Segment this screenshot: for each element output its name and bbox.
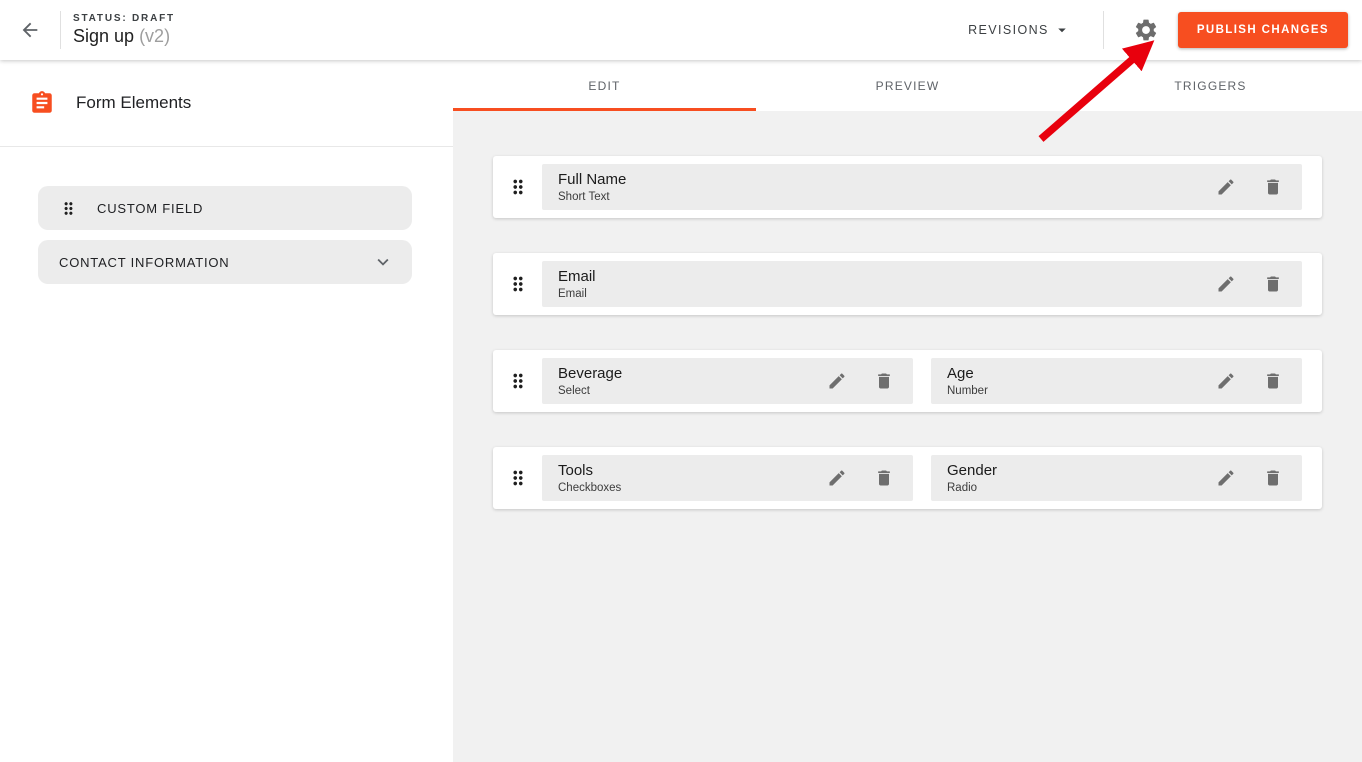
sidebar-item-label: CUSTOM FIELD: [97, 201, 203, 216]
drag-handle-icon: [59, 199, 78, 218]
tab-edit[interactable]: EDIT: [453, 60, 756, 111]
form-title-block: STATUS: DRAFT Sign up(v2): [73, 13, 175, 47]
pencil-icon: [1216, 468, 1236, 488]
pencil-icon: [1216, 274, 1236, 294]
arrow-back-icon: [19, 19, 41, 41]
trash-icon: [1263, 177, 1283, 197]
form-canvas: Full Name Short Text: [453, 111, 1362, 762]
clipboard-icon: [29, 90, 55, 116]
field-box-age: Age Number: [931, 358, 1302, 404]
edit-field-button[interactable]: [1209, 461, 1243, 495]
field-box-tools: Tools Checkboxes: [542, 455, 913, 501]
trash-icon: [874, 468, 894, 488]
field-name: Email: [558, 268, 1209, 287]
pencil-icon: [827, 468, 847, 488]
delete-field-button[interactable]: [1256, 267, 1290, 301]
trash-icon: [1263, 468, 1283, 488]
edit-field-button[interactable]: [1209, 364, 1243, 398]
pencil-icon: [1216, 177, 1236, 197]
page-title: Sign up(v2): [73, 26, 175, 47]
form-name: Sign up: [73, 26, 134, 46]
field-type: Radio: [947, 482, 1209, 494]
edit-field-button[interactable]: [820, 364, 854, 398]
top-bar: STATUS: DRAFT Sign up(v2) REVISIONS PUBL…: [0, 0, 1362, 60]
delete-field-button[interactable]: [867, 461, 901, 495]
main-panel: EDIT PREVIEW TRIGGERS Full Name Short Te…: [453, 60, 1362, 762]
field-name: Age: [947, 365, 1209, 384]
revisions-button[interactable]: REVISIONS: [962, 13, 1077, 47]
sidebar-item-contact-information[interactable]: CONTACT INFORMATION: [38, 240, 412, 284]
chevron-down-icon: [372, 251, 394, 273]
field-type: Checkboxes: [558, 482, 820, 494]
field-box-beverage: Beverage Select: [542, 358, 913, 404]
sidebar-header: Form Elements: [0, 60, 453, 147]
sidebar-item-label: CONTACT INFORMATION: [59, 255, 229, 270]
field-type: Number: [947, 385, 1209, 397]
sidebar-item-list: CUSTOM FIELD CONTACT INFORMATION: [0, 147, 453, 284]
field-row-beverage-age: Beverage Select Age Number: [493, 350, 1322, 412]
delete-field-button[interactable]: [867, 364, 901, 398]
sidebar-title: Form Elements: [76, 93, 191, 113]
header-divider: [1103, 11, 1104, 49]
header-actions: REVISIONS PUBLISH CHANGES: [962, 10, 1348, 50]
drag-handle-icon[interactable]: [493, 467, 542, 489]
field-name: Tools: [558, 462, 820, 481]
edit-field-button[interactable]: [1209, 267, 1243, 301]
drag-handle-icon[interactable]: [493, 273, 542, 295]
field-row-email: Email Email: [493, 253, 1322, 315]
field-box-gender: Gender Radio: [931, 455, 1302, 501]
field-name: Full Name: [558, 171, 1209, 190]
edit-field-button[interactable]: [820, 461, 854, 495]
delete-field-button[interactable]: [1256, 364, 1290, 398]
trash-icon: [874, 371, 894, 391]
gear-icon: [1133, 17, 1159, 43]
trash-icon: [1263, 274, 1283, 294]
header-divider: [60, 11, 61, 49]
back-button[interactable]: [10, 10, 50, 50]
trash-icon: [1263, 371, 1283, 391]
publish-changes-button[interactable]: PUBLISH CHANGES: [1178, 12, 1348, 48]
delete-field-button[interactable]: [1256, 461, 1290, 495]
tab-preview[interactable]: PREVIEW: [756, 60, 1059, 111]
field-name: Beverage: [558, 365, 820, 384]
revisions-label: REVISIONS: [968, 23, 1049, 37]
field-box-email: Email Email: [542, 261, 1302, 307]
pencil-icon: [827, 371, 847, 391]
tab-triggers[interactable]: TRIGGERS: [1059, 60, 1362, 111]
caret-down-icon: [1053, 21, 1071, 39]
field-row-full-name: Full Name Short Text: [493, 156, 1322, 218]
sidebar-item-custom-field[interactable]: CUSTOM FIELD: [38, 186, 412, 230]
field-type: Short Text: [558, 191, 1209, 203]
form-version: (v2): [139, 26, 170, 46]
drag-handle-icon[interactable]: [493, 370, 542, 392]
edit-field-button[interactable]: [1209, 170, 1243, 204]
status-badge: STATUS: DRAFT: [73, 13, 175, 24]
field-type: Select: [558, 385, 820, 397]
pencil-icon: [1216, 371, 1236, 391]
page-body: Form Elements CUSTOM FIELD CONTACT INFOR…: [0, 60, 1362, 762]
tab-bar: EDIT PREVIEW TRIGGERS: [453, 60, 1362, 111]
field-name: Gender: [947, 462, 1209, 481]
field-box-full-name: Full Name Short Text: [542, 164, 1302, 210]
field-row-tools-gender: Tools Checkboxes Gender Radio: [493, 447, 1322, 509]
form-elements-sidebar: Form Elements CUSTOM FIELD CONTACT INFOR…: [0, 60, 453, 762]
settings-button[interactable]: [1126, 10, 1166, 50]
delete-field-button[interactable]: [1256, 170, 1290, 204]
drag-handle-icon[interactable]: [493, 176, 542, 198]
field-type: Email: [558, 288, 1209, 300]
